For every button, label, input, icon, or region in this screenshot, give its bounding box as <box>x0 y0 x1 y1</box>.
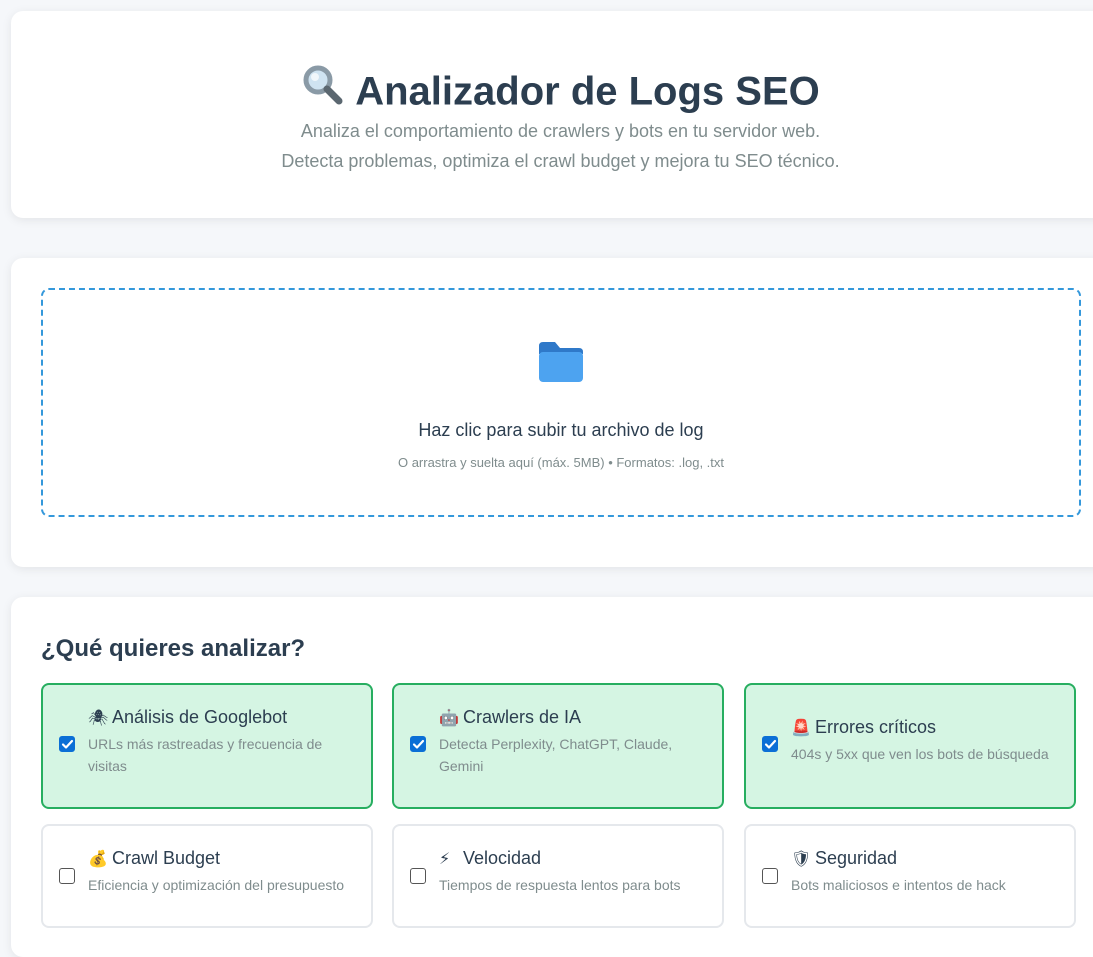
option-title: 💰 Crawl Budget <box>88 848 220 869</box>
upload-prompt: Haz clic para subir tu archivo de log <box>418 420 704 440</box>
option-description: Bots maliciosos e intentos de hack <box>791 877 1006 893</box>
option-title-text: Errores críticos <box>815 717 937 737</box>
subtitle-line-2: Detecta problemas, optimiza el crawl bud… <box>281 151 840 171</box>
upload-hint: O arrastra y suelta aquí (máx. 5MB) • Fo… <box>397 455 725 470</box>
option-card[interactable]: ⚡ Velocidad Tiempos de respuesta lentos pa… <box>392 824 724 928</box>
option-card[interactable]: 🤖 Crawlers de IA Detecta Perplexity, ChatG… <box>392 683 724 809</box>
option-title-text: Seguridad <box>815 848 898 868</box>
robot-icon: 🤖 <box>439 710 459 727</box>
file-dropzone[interactable]: Haz clic para subir tu archivo de log O … <box>41 288 1081 517</box>
options-card: ¿Qué quieres analizar? 🕷 Análisis de Goog… <box>11 597 1093 957</box>
option-title: 🕷 Análisis de Googlebot <box>88 707 287 728</box>
option-card[interactable]: 🕷 Análisis de Googlebot URLs más rastreada… <box>41 683 373 809</box>
magnifier-icon <box>301 63 345 117</box>
option-description: Detecta Perplexity, ChatGPT, Claude, Gem… <box>439 736 673 774</box>
option-card[interactable]: 🛡 Seguridad Bots maliciosos e intentos de … <box>744 824 1076 928</box>
subtitle-line-1: Analiza el comportamiento de crawlers y … <box>300 121 821 141</box>
option-card[interactable]: 💰 Crawl Budget Eficiencia y optimización d… <box>41 824 373 928</box>
lightning-icon: ⚡ <box>439 851 451 868</box>
option-description: 404s y 5xx que ven los bots de búsqueda <box>791 746 1049 762</box>
option-description: URLs más rastreadas y frecuencia de visi… <box>88 736 323 774</box>
siren-icon: 🚨 <box>791 720 811 737</box>
option-description: Eficiencia y optimización del presupuest… <box>88 877 345 893</box>
option-checkbox[interactable] <box>59 868 75 884</box>
option-checkbox[interactable] <box>410 868 426 884</box>
option-description: Tiempos de respuesta lentos para bots <box>439 877 681 893</box>
option-title: 🚨 Errores críticos <box>791 717 936 738</box>
page-title: Analizador de Logs SEO <box>11 65 1093 121</box>
option-title-text: Velocidad <box>463 848 542 868</box>
option-title: 🤖 Crawlers de IA <box>439 707 581 728</box>
option-checkbox[interactable] <box>59 736 75 752</box>
shield-icon: 🛡 <box>791 851 812 868</box>
option-card[interactable]: 🚨 Errores críticos 404s y 5xx que ven los … <box>744 683 1076 809</box>
folder-icon <box>537 340 585 389</box>
options-heading: ¿Qué quieres analizar? <box>41 635 306 662</box>
page-title-text: Analizador de Logs SEO <box>355 69 820 114</box>
option-title: ⚡ Velocidad <box>439 848 541 869</box>
option-checkbox[interactable] <box>410 736 426 752</box>
option-title-text: Crawlers de IA <box>463 707 582 727</box>
header-card: Analizador de Logs SEO Analiza el compor… <box>11 11 1093 218</box>
option-title-text: Crawl Budget <box>112 848 221 868</box>
option-checkbox[interactable] <box>762 736 778 752</box>
option-title-text: Análisis de Googlebot <box>112 707 288 727</box>
spider-icon: 🕷 <box>88 710 109 727</box>
option-checkbox[interactable] <box>762 868 778 884</box>
option-title: 🛡 Seguridad <box>791 848 897 869</box>
upload-card: Haz clic para subir tu archivo de log O … <box>11 258 1093 567</box>
money-bag-icon: 💰 <box>88 851 108 868</box>
